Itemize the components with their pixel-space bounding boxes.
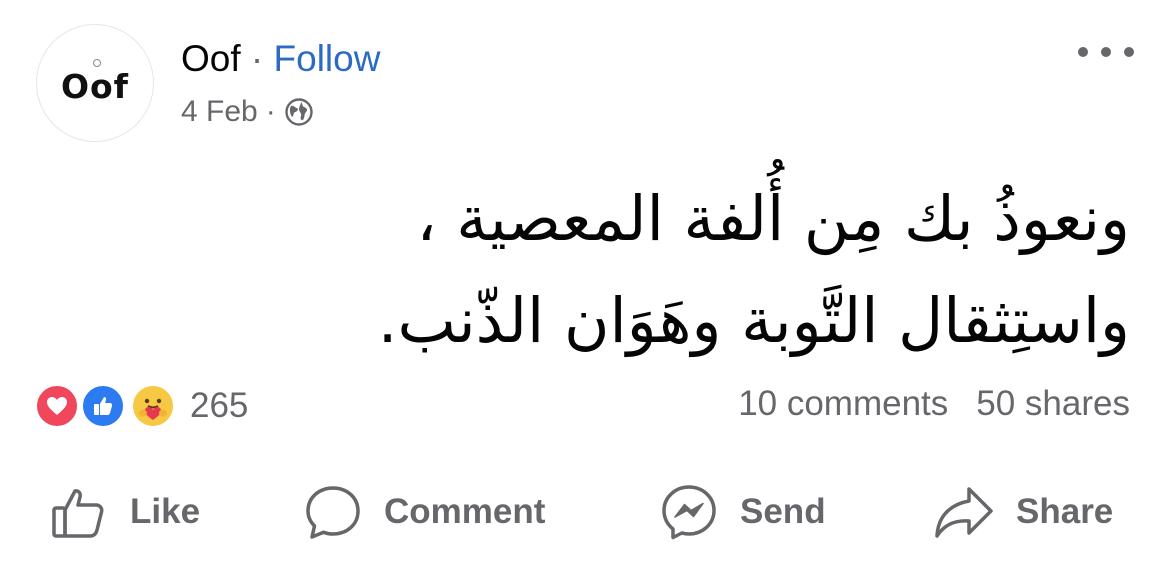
meta-separator: · xyxy=(265,95,276,128)
share-label: Share xyxy=(1016,492,1114,531)
more-dot xyxy=(1124,47,1134,57)
share-arrow-icon xyxy=(935,487,993,538)
action-bar: Like Comment Send Share xyxy=(0,478,1170,546)
reaction-count: 265 xyxy=(190,386,249,425)
send-label: Send xyxy=(740,492,826,531)
more-dot xyxy=(1101,47,1111,57)
like-reaction-icon xyxy=(80,383,126,429)
reactions-summary[interactable]: 265 xyxy=(34,380,248,432)
messenger-icon xyxy=(662,485,716,540)
page-avatar[interactable]: Oof xyxy=(36,24,154,142)
post-header: Oof · Follow xyxy=(181,37,380,81)
like-label: Like xyxy=(130,492,201,531)
header-separator: · xyxy=(250,38,264,79)
engagement-stats: 10 comments 50 shares xyxy=(738,384,1130,424)
comment-label: Comment xyxy=(384,492,546,531)
comment-bubble-icon xyxy=(306,486,360,539)
thumbs-up-icon xyxy=(52,489,104,538)
avatar-logo-text: Oof xyxy=(60,66,130,106)
follow-button[interactable]: Follow xyxy=(274,38,381,79)
like-button[interactable]: Like xyxy=(50,478,200,546)
share-button[interactable]: Share xyxy=(934,478,1113,546)
post-date[interactable]: 4 Feb xyxy=(181,94,258,130)
author-name[interactable]: Oof xyxy=(181,38,241,79)
more-dot xyxy=(1078,47,1088,57)
comment-button[interactable]: Comment xyxy=(304,478,545,546)
love-reaction-icon xyxy=(34,383,80,429)
send-button[interactable]: Send xyxy=(660,478,826,546)
care-reaction-icon xyxy=(130,383,176,429)
more-options-button[interactable] xyxy=(1078,40,1134,64)
post-body: ونعوذُ بك مِن أُلفة المعصية ، واستِثقال … xyxy=(130,168,1130,372)
post-body-line: واستِثقال التَّوبة وهَوَان الذّنب. xyxy=(377,284,1130,357)
post-meta: 4 Feb · xyxy=(181,94,314,130)
comments-count[interactable]: 10 comments xyxy=(738,384,948,424)
globe-icon xyxy=(285,98,313,126)
reaction-icons xyxy=(34,381,184,431)
post-body-line: ونعوذُ بك مِن أُلفة المعصية ، xyxy=(416,182,1130,255)
shares-count[interactable]: 50 shares xyxy=(976,384,1130,424)
